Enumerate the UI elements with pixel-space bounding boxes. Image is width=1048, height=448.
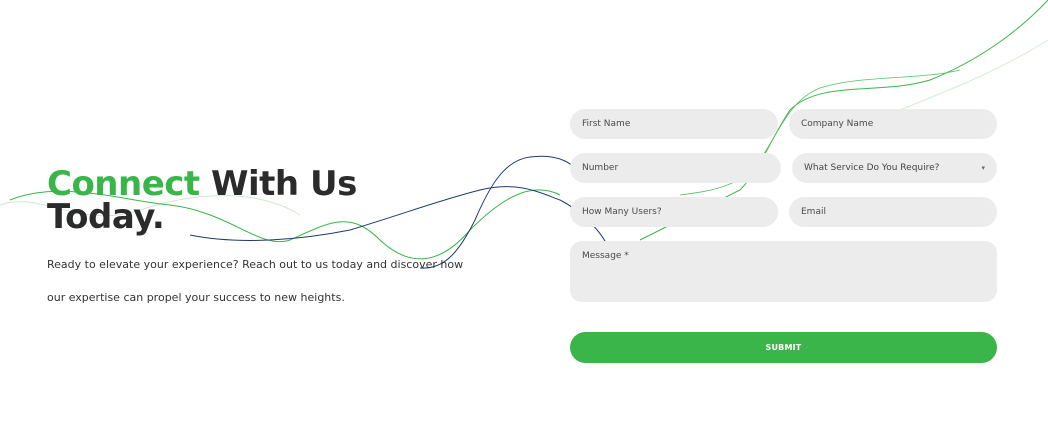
hero-section: Connect With Us Today. Ready to elevate … [47,167,487,314]
email-field[interactable] [789,197,997,227]
hero-description: Ready to elevate your experience? Reach … [47,258,464,304]
first-name-field[interactable] [570,109,778,139]
service-select-value: What Service Do You Require? [804,163,940,173]
number-field[interactable] [570,153,781,183]
company-name-field[interactable] [789,109,997,139]
users-count-field[interactable] [570,197,778,227]
message-field[interactable] [570,241,997,302]
title-rest: With Us [199,164,357,204]
title-line-2: Today. [47,197,165,237]
page-title: Connect With Us Today. [47,167,487,237]
submit-button[interactable]: SUBMIT [570,332,997,363]
service-select[interactable]: What Service Do You Require? ▾ [792,153,997,183]
chevron-down-icon: ▾ [981,164,985,172]
